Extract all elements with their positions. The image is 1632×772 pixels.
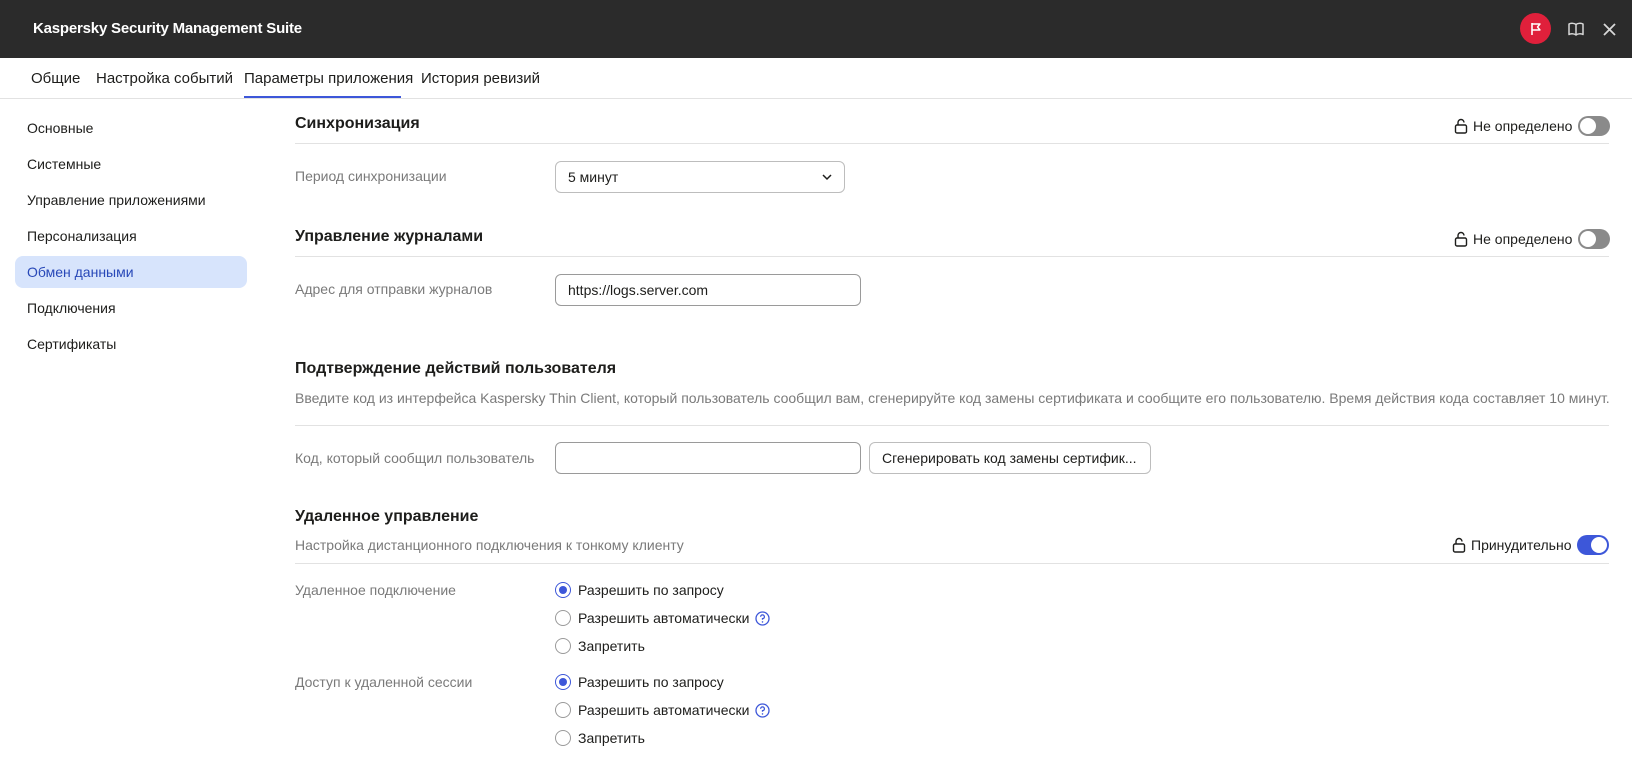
remote-lock-toggle[interactable]: [1577, 535, 1610, 555]
remote-session-deny[interactable]: Запретить: [555, 728, 645, 748]
generate-code-button[interactable]: Сгенерировать код замены сертифик...: [869, 442, 1151, 474]
sidebar-item-connections[interactable]: Подключения: [15, 292, 247, 324]
remote-section-title: Удаленное управление: [295, 508, 479, 525]
remote-description: Настройка дистанционного подключения к т…: [295, 537, 684, 553]
confirm-description: Введите код из интерфейса Kaspersky Thin…: [295, 390, 1610, 406]
tab-app-settings[interactable]: Параметры приложения: [244, 70, 413, 87]
radio-label: Разрешить автоматически: [578, 702, 750, 718]
tab-revision-history[interactable]: История ревизий: [421, 70, 540, 87]
logs-lock-label: Не определено: [1473, 231, 1573, 247]
tab-bar: Общие Настройка событий Параметры прилож…: [0, 58, 1632, 99]
sidebar-item-certificates[interactable]: Сертификаты: [15, 328, 247, 360]
radio-label: Разрешить по запросу: [578, 582, 724, 598]
logs-address-input[interactable]: https://logs.server.com: [555, 274, 861, 306]
radio-label: Запретить: [578, 730, 645, 746]
radio-checked[interactable]: [555, 674, 571, 690]
remote-connection-deny[interactable]: Запретить: [555, 636, 645, 656]
confirm-divider: [295, 425, 1609, 426]
book-icon: [1568, 22, 1584, 36]
radio-label: Разрешить автоматически: [578, 610, 750, 626]
tab-general[interactable]: Общие: [31, 70, 80, 87]
remote-divider: [295, 563, 1609, 564]
sync-period-select[interactable]: 5 минут: [555, 161, 845, 193]
radio-unchecked[interactable]: [555, 730, 571, 746]
chevron-down-icon: [822, 174, 832, 181]
sidebar-item-app-management[interactable]: Управление приложениями: [15, 184, 247, 216]
flag-button[interactable]: [1520, 13, 1551, 44]
lock-icon: [1454, 231, 1468, 247]
help-icon[interactable]: [755, 702, 771, 718]
flag-icon: [1530, 22, 1541, 35]
remote-connection-on-request[interactable]: Разрешить по запросу: [555, 580, 724, 600]
active-tab-indicator: [244, 96, 401, 98]
logs-lock-toggle[interactable]: [1578, 229, 1611, 249]
logs-address-label: Адрес для отправки журналов: [295, 281, 493, 297]
sync-lock-toggle[interactable]: [1578, 116, 1611, 136]
app-title: Kaspersky Security Management Suite: [33, 20, 302, 37]
radio-unchecked[interactable]: [555, 638, 571, 654]
logs-section-title: Управление журналами: [295, 228, 484, 245]
title-bar: Kaspersky Security Management Suite: [0, 0, 1632, 58]
sync-section-title: Синхронизация: [295, 115, 420, 132]
radio-label: Разрешить по запросу: [578, 674, 724, 690]
logs-divider: [295, 256, 1609, 257]
remote-session-auto[interactable]: Разрешить автоматически: [555, 700, 771, 720]
radio-unchecked[interactable]: [555, 702, 571, 718]
help-icon[interactable]: [755, 610, 771, 626]
sync-lock-label: Не определено: [1473, 118, 1573, 134]
close-icon: [1602, 22, 1616, 36]
confirm-code-input[interactable]: [555, 442, 861, 474]
close-button[interactable]: [1598, 18, 1620, 40]
radio-label: Запретить: [578, 638, 645, 654]
tab-event-settings[interactable]: Настройка событий: [96, 70, 233, 87]
lock-icon: [1452, 537, 1466, 553]
remote-lock-status: Принудительно: [1452, 534, 1610, 556]
sync-divider: [295, 143, 1609, 144]
logs-lock-status: Не определено: [1454, 228, 1611, 250]
sidebar-item-personalization[interactable]: Персонализация: [15, 220, 247, 252]
help-book-button[interactable]: [1565, 18, 1587, 40]
sync-period-value: 5 минут: [568, 169, 619, 185]
confirm-code-label: Код, который сообщил пользователь: [295, 450, 535, 466]
sync-period-label: Период синхронизации: [295, 168, 447, 184]
radio-checked[interactable]: [555, 582, 571, 598]
lock-icon: [1454, 118, 1468, 134]
sync-lock-status: Не определено: [1454, 115, 1611, 137]
remote-session-on-request[interactable]: Разрешить по запросу: [555, 672, 724, 692]
remote-lock-label: Принудительно: [1471, 537, 1572, 553]
sidebar-item-basic[interactable]: Основные: [15, 112, 247, 144]
remote-connection-auto[interactable]: Разрешить автоматически: [555, 608, 771, 628]
radio-unchecked[interactable]: [555, 610, 571, 626]
sidebar-item-data-exchange[interactable]: Обмен данными: [15, 256, 247, 288]
remote-session-label: Доступ к удаленной сессии: [295, 674, 473, 690]
confirm-section-title: Подтверждение действий пользователя: [295, 360, 617, 377]
sidebar-item-system[interactable]: Системные: [15, 148, 247, 180]
remote-connection-label: Удаленное подключение: [295, 582, 456, 598]
